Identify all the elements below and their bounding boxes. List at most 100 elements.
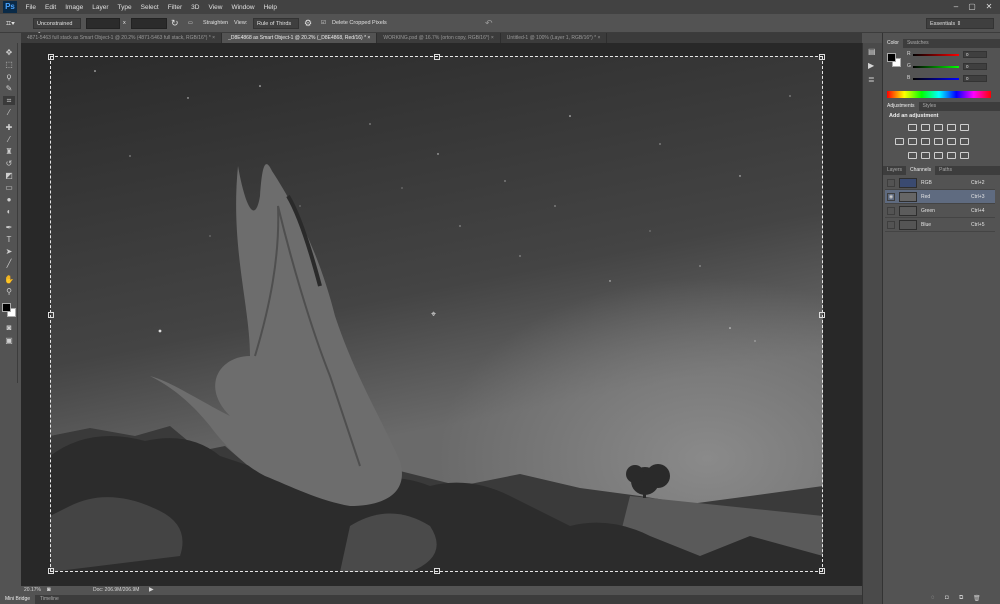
- hand-tool-icon[interactable]: ✋: [3, 275, 15, 284]
- posterize-adjustment-icon[interactable]: [921, 152, 930, 159]
- lasso-tool-icon[interactable]: ϙ: [3, 72, 15, 81]
- gradient-map-adjustment-icon[interactable]: [947, 152, 956, 159]
- clear-icon[interactable]: ▭: [188, 18, 193, 29]
- screen-mode-icon[interactable]: ▣: [3, 336, 15, 345]
- tab-close-icon[interactable]: ×: [212, 35, 215, 41]
- r-value[interactable]: 0: [963, 51, 987, 58]
- color-panel-swatches[interactable]: [887, 53, 901, 67]
- move-tool-icon[interactable]: ✥: [3, 48, 15, 57]
- menu-filter[interactable]: Filter: [168, 4, 182, 11]
- swap-ratio-icon[interactable]: ↻: [171, 18, 179, 29]
- tab-close-icon[interactable]: ×: [367, 35, 370, 41]
- channel-row-rgb[interactable]: RGB Ctrl+2: [885, 176, 995, 190]
- curves-adjustment-icon[interactable]: [934, 124, 943, 131]
- crop-tool-preset-icon[interactable]: ⌗▾: [6, 18, 15, 29]
- menu-file[interactable]: File: [26, 4, 36, 11]
- blur-tool-icon[interactable]: ●: [3, 195, 15, 204]
- g-value[interactable]: 0: [963, 63, 987, 70]
- color-balance-adjustment-icon[interactable]: [908, 138, 917, 145]
- brightness-adjustment-icon[interactable]: [908, 124, 917, 131]
- panel-foreground-color[interactable]: [887, 53, 896, 62]
- crop-handle-top-right[interactable]: [819, 54, 825, 60]
- zoom-tool-icon[interactable]: ⚲: [3, 287, 15, 296]
- channel-row-green[interactable]: Green Ctrl+4: [885, 204, 995, 218]
- color-spectrum-ramp[interactable]: [887, 91, 991, 98]
- actions-panel-icon[interactable]: ▶: [868, 61, 874, 70]
- color-swatches[interactable]: [2, 303, 16, 317]
- overlay-view-select[interactable]: Rule of Thirds ▾: [253, 18, 299, 38]
- reset-crop-icon[interactable]: ↶: [485, 18, 493, 29]
- photo-filter-adjustment-icon[interactable]: [934, 138, 943, 145]
- quick-select-tool-icon[interactable]: ✎: [3, 84, 15, 93]
- ratio-preset-select[interactable]: Unconstrained ⇕: [33, 18, 81, 38]
- crop-handle-top-left[interactable]: [48, 54, 54, 60]
- brush-tool-icon[interactable]: ⁄: [3, 135, 15, 144]
- menu-layer[interactable]: Layer: [92, 4, 108, 11]
- tab-channels[interactable]: Channels: [906, 166, 936, 175]
- close-button[interactable]: ✕: [983, 2, 995, 12]
- crop-handle-bottom[interactable]: [434, 568, 440, 574]
- zoom-level[interactable]: 20.17%: [24, 586, 41, 595]
- menu-image[interactable]: Image: [65, 4, 83, 11]
- tab-close-icon[interactable]: ×: [491, 35, 494, 41]
- menu-type[interactable]: Type: [118, 4, 132, 11]
- b-slider[interactable]: [913, 78, 959, 80]
- tab-layers[interactable]: Layers: [883, 166, 906, 175]
- ratio-height-input[interactable]: [131, 18, 167, 29]
- eraser-tool-icon[interactable]: ◩: [3, 171, 15, 180]
- color-lookup-adjustment-icon[interactable]: [960, 138, 969, 145]
- invert-adjustment-icon[interactable]: [908, 152, 917, 159]
- doc-tab[interactable]: Untitled-1 @ 100% (Layer 1, RGB/16*) * ×: [501, 33, 608, 43]
- marquee-tool-icon[interactable]: ⬚: [3, 60, 15, 69]
- doc-tab-active[interactable]: _D8E4868 as Smart Object-1 @ 20.2% (_D8E…: [222, 33, 378, 43]
- channel-row-red[interactable]: ◉ Red Ctrl+3: [885, 190, 995, 204]
- black-white-adjustment-icon[interactable]: [921, 138, 930, 145]
- tab-styles[interactable]: Styles: [919, 102, 941, 111]
- dodge-tool-icon[interactable]: ◐: [3, 207, 15, 216]
- hue-saturation-adjustment-icon[interactable]: [895, 138, 904, 145]
- levels-adjustment-icon[interactable]: [921, 124, 930, 131]
- path-select-tool-icon[interactable]: ➤: [3, 247, 15, 256]
- menu-window[interactable]: Window: [231, 4, 254, 11]
- workspace-select[interactable]: Essentials ⇕: [926, 18, 994, 29]
- history-brush-tool-icon[interactable]: ↺: [3, 159, 15, 168]
- properties-panel-icon[interactable]: ≣: [868, 75, 875, 84]
- doc-tab[interactable]: WORKING.psd @ 16.7% (orton copy, RGB/16*…: [377, 33, 501, 43]
- crop-handle-top[interactable]: [434, 54, 440, 60]
- eyedropper-tool-icon[interactable]: ⁄: [3, 108, 15, 117]
- menu-view[interactable]: View: [208, 4, 222, 11]
- type-tool-icon[interactable]: T: [3, 235, 15, 244]
- status-menu-arrow-icon[interactable]: ▶: [149, 586, 154, 595]
- trash-icon[interactable]: 🗑: [973, 595, 981, 602]
- crop-tool-icon[interactable]: ⌗: [3, 96, 15, 105]
- visibility-toggle[interactable]: [887, 207, 895, 215]
- quick-mask-icon[interactable]: ◙: [3, 323, 15, 332]
- menu-edit[interactable]: Edit: [45, 4, 56, 11]
- selective-color-adjustment-icon[interactable]: [960, 152, 969, 159]
- load-channel-selection-icon[interactable]: ◌: [931, 595, 935, 601]
- ratio-width-input[interactable]: [86, 18, 120, 29]
- g-slider[interactable]: [913, 66, 959, 68]
- gear-icon[interactable]: ⚙: [304, 18, 312, 29]
- exposure-adjustment-icon[interactable]: [947, 124, 956, 131]
- stamp-tool-icon[interactable]: ♜: [3, 147, 15, 156]
- channel-mixer-adjustment-icon[interactable]: [947, 138, 956, 145]
- crop-handle-right[interactable]: [819, 312, 825, 318]
- visibility-toggle[interactable]: [887, 179, 895, 187]
- minimize-button[interactable]: –: [950, 2, 962, 12]
- b-value[interactable]: 0: [963, 75, 987, 82]
- crop-bounding-box[interactable]: ⌖: [48, 54, 825, 574]
- visibility-toggle[interactable]: [887, 221, 895, 229]
- doc-tab[interactable]: 4871-5463 full stack as Smart Object-1 @…: [21, 33, 223, 43]
- crop-handle-bottom-left[interactable]: [48, 568, 54, 574]
- menu-select[interactable]: Select: [141, 4, 159, 11]
- r-slider[interactable]: [913, 54, 959, 56]
- menu-help[interactable]: Help: [264, 4, 277, 11]
- foreground-color[interactable]: [2, 303, 11, 312]
- crop-handle-bottom-right[interactable]: [819, 568, 825, 574]
- threshold-adjustment-icon[interactable]: [934, 152, 943, 159]
- crop-handle-left[interactable]: [48, 312, 54, 318]
- vibrance-adjustment-icon[interactable]: [960, 124, 969, 131]
- shape-tool-icon[interactable]: ╱: [3, 259, 15, 268]
- delete-cropped-checkbox[interactable]: ☑: [321, 18, 326, 29]
